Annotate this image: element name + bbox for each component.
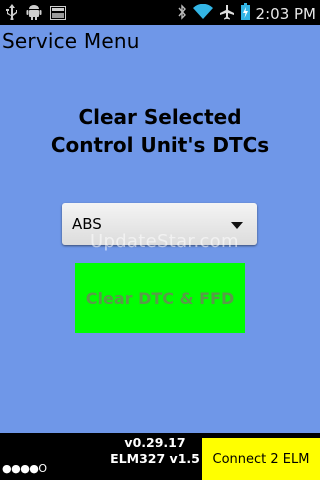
app-version: v0.29.17 [124,435,186,450]
footer-bar: ●●●●O v0.29.17 ELM327 v1.5 Connect 2 ELM [0,433,320,480]
battery-icon [240,3,250,24]
wifi-icon [192,3,213,24]
watermark: UpdateStar.com [90,231,239,252]
clear-dtc-button[interactable]: Clear DTC & FFD [75,263,245,333]
elm-version: ELM327 v1.5 [110,451,200,466]
connect-elm-label: Connect 2 ELM [212,452,310,467]
connection-indicator: ●●●●O [2,462,47,475]
connect-elm-button[interactable]: Connect 2 ELM [202,438,320,480]
android-debug-icon [26,4,42,24]
status-bar: 2:03 PM [0,0,320,25]
chevron-down-icon [231,222,243,229]
notification-icons [6,4,66,24]
app-content: Service Menu Clear Selected Control Unit… [0,25,320,433]
system-icons: 2:03 PM [177,3,316,24]
section-heading: Clear Selected Control Unit's DTCs [50,105,270,157]
image-icon [50,5,66,24]
airplane-icon [219,4,235,24]
page-title: Service Menu [2,29,140,53]
version-info: v0.29.17 ELM327 v1.5 [110,435,200,467]
clock: 2:03 PM [255,4,316,23]
bluetooth-icon [177,3,187,24]
usb-icon [6,4,18,24]
clear-dtc-label: Clear DTC & FFD [85,288,235,308]
